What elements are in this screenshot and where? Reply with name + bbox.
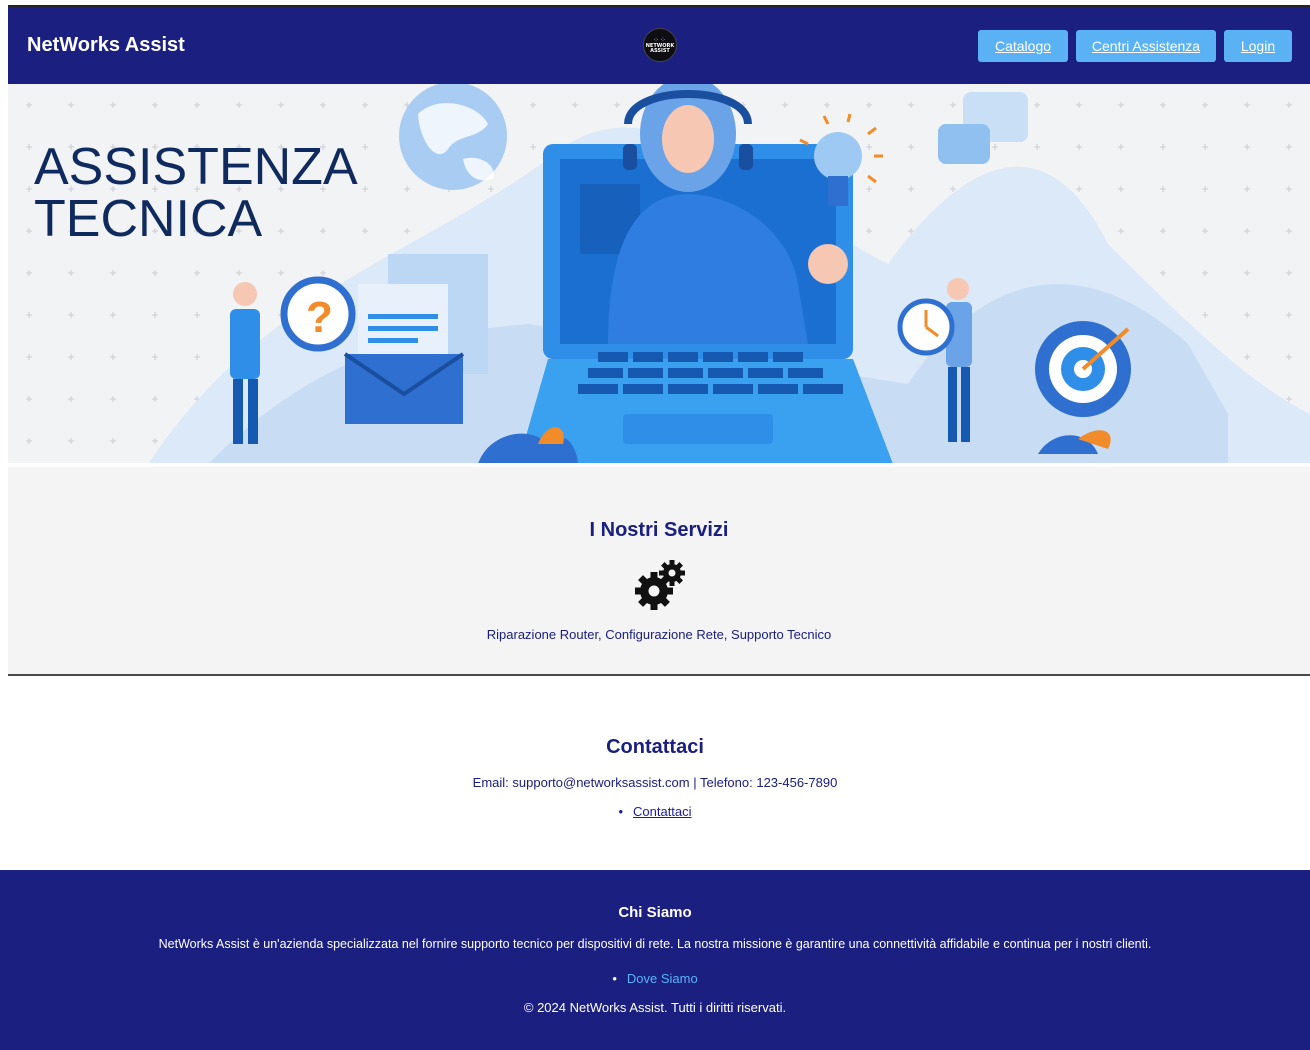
- contact-info: Email: supporto@networksassist.com | Tel…: [472, 775, 838, 790]
- footer-copyright: © 2024 NetWorks Assist. Tutti i diritti …: [523, 1000, 787, 1015]
- contact-title: Contattaci: [606, 736, 704, 758]
- hero-title-line2: TECNICA: [34, 190, 263, 248]
- contact-link-item: • Contattaci: [0, 804, 1310, 819]
- dove-siamo-link[interactable]: Dove Siamo: [627, 971, 698, 986]
- footer: Chi Siamo NetWorks Assist è un'azienda s…: [0, 870, 1310, 1050]
- bullet-icon: •: [618, 804, 623, 819]
- footer-about-text: NetWorks Assist è un'azienda specializza…: [158, 937, 1152, 951]
- gears-icon: [635, 560, 685, 610]
- nav-catalogo-button[interactable]: Catalogo: [978, 30, 1068, 62]
- brand-name[interactable]: NetWorks Assist: [27, 34, 185, 57]
- logo-text: NETWORK ASSIST: [645, 42, 675, 54]
- top-navbar: NetWorks Assist ⁘⁘ NETWORK ASSIST Catalo…: [8, 7, 1310, 84]
- nav-login-button[interactable]: Login: [1224, 30, 1292, 62]
- services-description: Riparazione Router, Configurazione Rete,…: [486, 627, 832, 642]
- footer-where-item: • Dove Siamo: [0, 971, 1310, 986]
- footer-title: Chi Siamo: [618, 904, 692, 921]
- contact-section: Contattaci Email: supporto@networksassis…: [0, 678, 1310, 870]
- contact-link[interactable]: Contattaci: [633, 804, 692, 819]
- services-section: I Nostri Servizi Riparazione Router, Con…: [8, 467, 1310, 676]
- services-title: I Nostri Servizi: [589, 519, 729, 541]
- hero-title-line1: ASSISTENZA: [34, 138, 358, 196]
- nav-centri-assistenza-button[interactable]: Centri Assistenza: [1076, 30, 1216, 62]
- bullet-icon: •: [612, 971, 617, 986]
- svg-text:?: ?: [306, 293, 333, 342]
- logo-icon: ⁘⁘ NETWORK ASSIST: [643, 28, 677, 62]
- tech-support-illustration: ASSISTENZA TECNICA ?: [8, 84, 1310, 464]
- hero-banner: ASSISTENZA TECNICA ?: [8, 84, 1310, 464]
